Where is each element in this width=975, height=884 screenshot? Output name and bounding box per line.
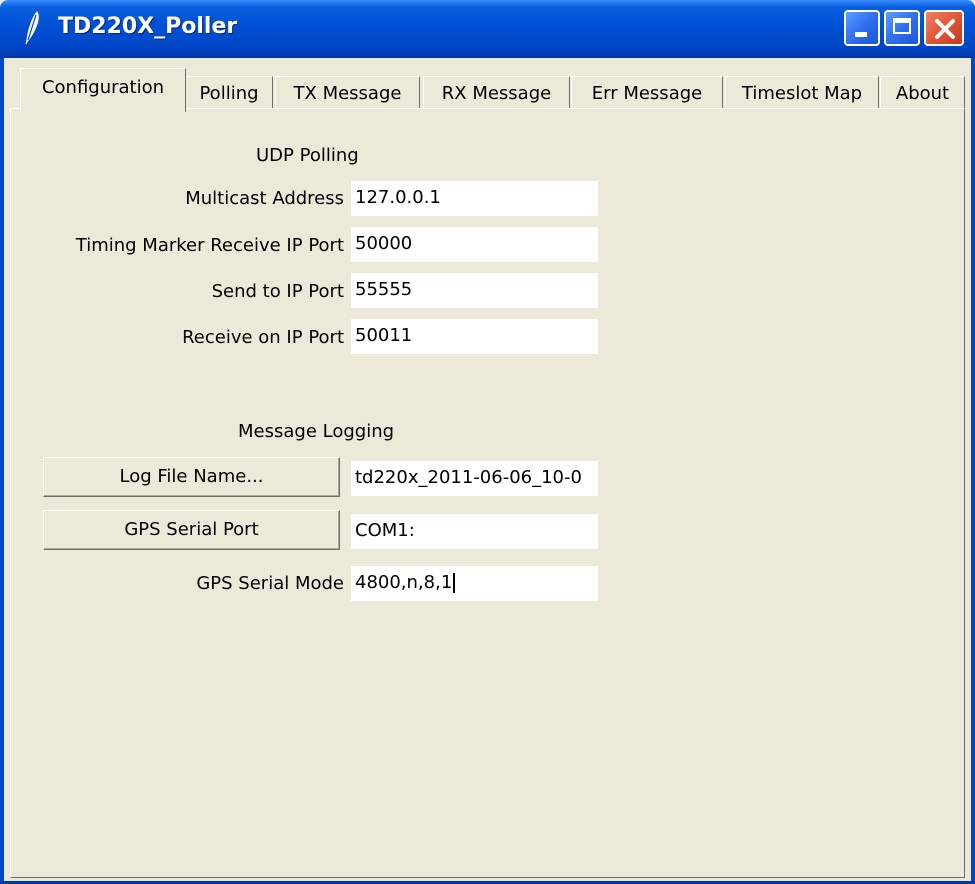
text-caret [453, 573, 456, 593]
tab-polling[interactable]: Polling [185, 76, 273, 108]
maximize-button[interactable] [884, 10, 920, 46]
gps-serial-mode-label: GPS Serial Mode [196, 573, 344, 594]
minimize-button[interactable] [844, 10, 880, 46]
close-button[interactable] [924, 10, 964, 46]
tab-strip: Configuration Polling TX Message RX Mess… [4, 58, 971, 112]
timing-marker-port-field[interactable]: 50000 [350, 226, 598, 262]
gps-serial-mode-value: 4800,n,8,1 [355, 572, 453, 593]
send-port-field[interactable]: 55555 [350, 272, 598, 308]
receive-port-label: Receive on IP Port [182, 327, 344, 348]
tab-timeslot-map[interactable]: Timeslot Map [725, 76, 879, 108]
window-frame-right [971, 58, 975, 884]
title-bar[interactable]: TD220X_Poller [0, 0, 975, 58]
tab-tx-message[interactable]: TX Message [275, 76, 420, 108]
message-logging-heading: Message Logging [238, 421, 395, 442]
gps-serial-port-button[interactable]: GPS Serial Port [43, 510, 340, 550]
window-title: TD220X_Poller [58, 14, 238, 39]
timing-marker-port-label: Timing Marker Receive IP Port [75, 235, 344, 256]
tab-configuration[interactable]: Configuration [20, 68, 186, 112]
tab-err-message[interactable]: Err Message [571, 76, 723, 108]
tab-rx-message[interactable]: RX Message [423, 76, 570, 108]
send-port-label: Send to IP Port [211, 281, 344, 302]
close-icon [935, 19, 955, 39]
feather-icon [22, 10, 42, 46]
log-file-name-field[interactable]: td220x_2011-06-06_10-0 [350, 460, 598, 496]
gps-serial-mode-field[interactable]: 4800,n,8,1 [350, 565, 598, 601]
gps-serial-port-field[interactable]: COM1: [350, 513, 598, 549]
window-frame-left [0, 58, 4, 884]
tab-about[interactable]: About [880, 76, 965, 108]
receive-port-field[interactable]: 50011 [350, 318, 598, 354]
log-file-name-button[interactable]: Log File Name... [43, 457, 340, 497]
multicast-address-label: Multicast Address [185, 188, 344, 209]
udp-polling-heading: UDP Polling [256, 145, 359, 166]
multicast-address-field[interactable]: 127.0.0.1 [350, 180, 598, 216]
